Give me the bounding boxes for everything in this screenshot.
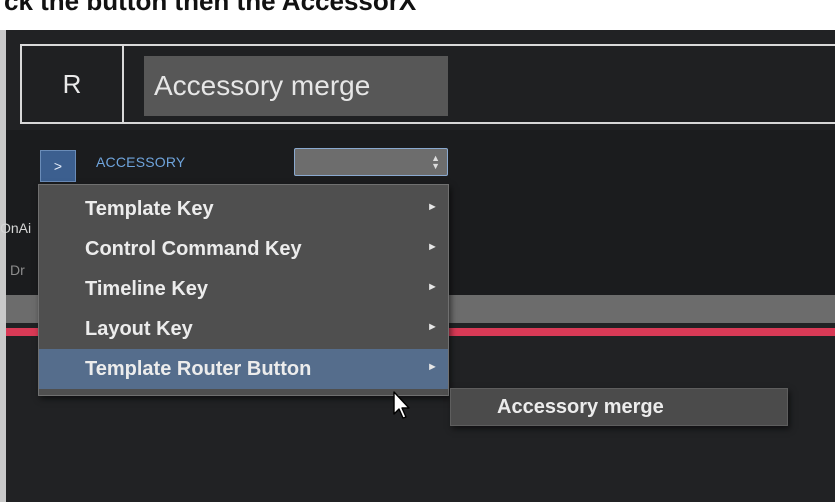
expand-button[interactable]: > <box>40 150 76 182</box>
submenu-arrow-icon: ► <box>427 321 438 333</box>
menu-item-layout-key[interactable]: Layout Key ► <box>39 309 448 349</box>
submenu-arrow-icon: ► <box>427 361 438 373</box>
app-area: R Accessory merge > ACCESSORY ▲ ▼ OnAi Dr… <box>0 30 835 502</box>
menu-item-label: Layout Key <box>85 318 193 340</box>
accessory-select[interactable]: ▲ ▼ <box>294 148 448 176</box>
instruction-caption-text: ck the button then the AccessorX <box>4 0 417 16</box>
r-label: R <box>62 68 82 99</box>
name-field[interactable]: Accessory merge <box>144 56 448 116</box>
menu-item-control-command-key[interactable]: Control Command Key ► <box>39 229 448 269</box>
menu-item-label: Template Key <box>85 198 214 220</box>
dr-text: Dr <box>10 262 25 278</box>
instruction-caption: ck the button then the AccessorX <box>0 0 835 30</box>
menu-item-timeline-key[interactable]: Timeline Key ► <box>39 269 448 309</box>
submenu-arrow-icon: ► <box>427 201 438 213</box>
menu-item-label: Template Router Button <box>85 358 312 380</box>
up-down-arrows-icon: ▲ ▼ <box>431 153 440 171</box>
submenu-arrow-icon: ► <box>427 241 438 253</box>
menu-item-label: Timeline Key <box>85 278 209 300</box>
onair-text: OnAi <box>0 220 32 236</box>
submenu-item-label: Accessory merge <box>497 396 664 418</box>
menu-item-template-router-button[interactable]: Template Router Button ► <box>39 349 448 389</box>
menu-item-label: Control Command Key <box>85 238 302 260</box>
submenu-item-accessory-merge[interactable]: Accessory merge <box>451 389 787 425</box>
menu-item-template-key[interactable]: Template Key ► <box>39 189 448 229</box>
accessory-label: ACCESSORY <box>96 154 186 170</box>
title-divider <box>122 46 124 122</box>
submenu: Accessory merge <box>450 388 788 426</box>
submenu-arrow-icon: ► <box>427 281 438 293</box>
mouse-pointer-icon <box>393 391 410 419</box>
context-menu: Template Key ► Control Command Key ► Tim… <box>38 184 449 396</box>
title-frame: R Accessory merge <box>20 44 835 124</box>
